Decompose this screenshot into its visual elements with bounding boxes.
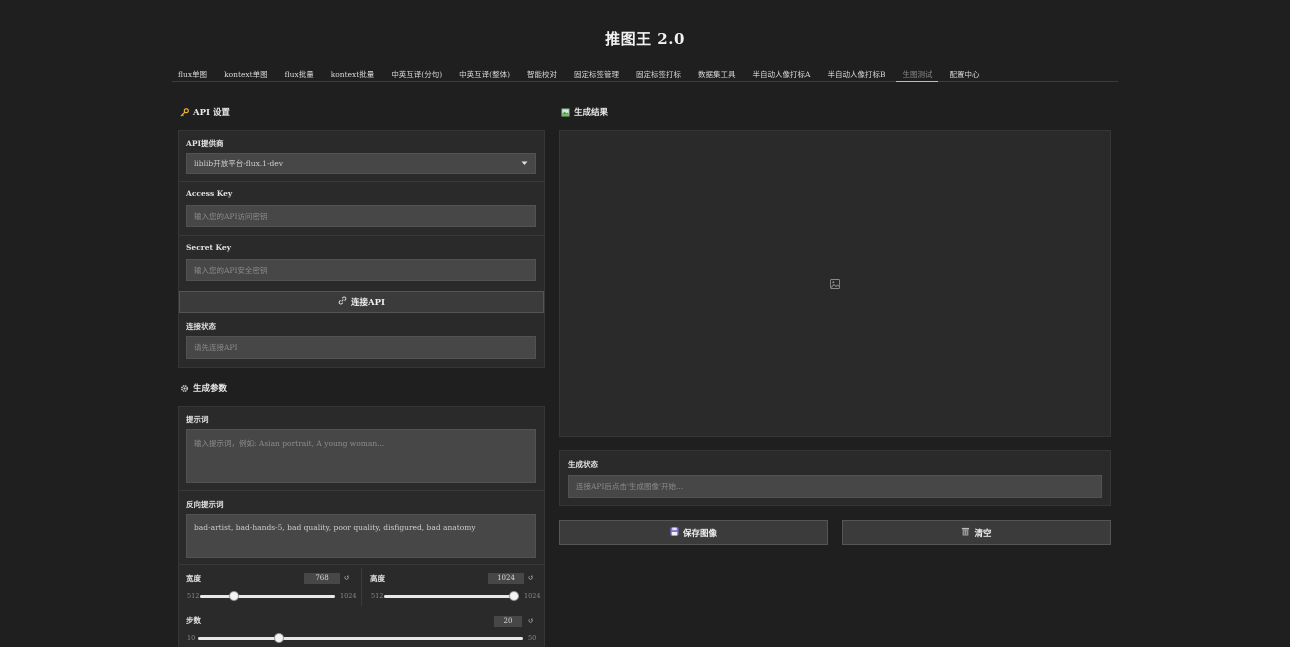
save-image-label: 保存图像 <box>682 528 717 539</box>
width-label: 宽度 <box>186 574 201 583</box>
width-min: 512 <box>187 592 200 600</box>
gen-params-title: 生成参数 <box>193 384 228 394</box>
tab-7[interactable]: 固定标签管理 <box>568 66 625 82</box>
steps-min: 10 <box>187 634 196 642</box>
result-title: 生成结果 <box>574 108 609 118</box>
steps-reset-icon[interactable]: ↺ <box>528 617 534 625</box>
app-title: 推图王 2.0 <box>605 30 685 48</box>
tab-8[interactable]: 固定标签打标 <box>630 66 687 82</box>
gen-status-field: 连接API后点击'生成图像'开始... <box>568 475 1102 498</box>
provider-label: API提供商 <box>186 139 224 148</box>
width-slider-track[interactable] <box>200 595 335 598</box>
height-label: 高度 <box>370 574 385 583</box>
tab-bar: flux单图 kontext单图 flux批量 kontext批量 中英互译(分句) 中英… <box>172 66 1118 82</box>
tab-2[interactable]: flux批量 <box>279 66 320 82</box>
image-output-area <box>559 130 1111 437</box>
connection-status-field: 请先连接API <box>186 336 536 359</box>
tab-9[interactable]: 数据集工具 <box>692 66 742 82</box>
steps-max: 50 <box>528 634 537 642</box>
height-min: 512 <box>371 592 384 600</box>
height-slider-track[interactable] <box>384 595 519 598</box>
width-reset-icon[interactable]: ↺ <box>344 574 350 582</box>
trash-icon <box>961 527 970 539</box>
gear-icon <box>180 384 189 393</box>
divider <box>179 490 544 491</box>
tab-13[interactable]: 配置中心 <box>943 66 985 82</box>
api-settings-title: API 设置 <box>193 108 230 118</box>
divider <box>179 181 544 182</box>
width-number-input[interactable]: 768 <box>304 573 340 584</box>
floppy-disk-icon <box>670 526 679 539</box>
key-icon <box>180 107 189 117</box>
prompt-textarea[interactable]: 输入提示词，例如: Asian portrait, A young woman.… <box>186 429 536 483</box>
connect-api-label: 连接API <box>351 298 385 308</box>
provider-select[interactable]: liblib开放平台-flux.1-dev <box>186 153 536 174</box>
clear-label: 清空 <box>974 528 992 539</box>
steps-label: 步数 <box>186 616 201 625</box>
link-icon <box>338 296 347 308</box>
tab-1[interactable]: kontext单图 <box>218 66 274 82</box>
save-image-button[interactable]: 保存图像 <box>559 520 828 545</box>
divider <box>361 568 362 606</box>
access-key-input[interactable]: 输入您的API访问密钥 <box>186 205 536 227</box>
divider <box>179 564 544 565</box>
connect-api-button[interactable]: 连接API <box>179 291 544 313</box>
secret-key-label: Secret Key <box>186 243 232 252</box>
tab-4[interactable]: 中英互译(分句) <box>385 66 448 82</box>
tab-10[interactable]: 半自动人像打标A <box>747 66 817 82</box>
width-max: 1024 <box>340 592 357 600</box>
caret-down-icon <box>521 159 528 168</box>
clear-button[interactable]: 清空 <box>842 520 1111 545</box>
width-slider-thumb[interactable] <box>228 591 239 601</box>
steps-slider-track[interactable] <box>198 637 523 640</box>
height-slider-thumb[interactable] <box>508 591 519 601</box>
negative-prompt-label: 反向提示词 <box>186 500 224 509</box>
provider-selected-value: liblib开放平台-flux.1-dev <box>194 159 283 168</box>
steps-number-input[interactable]: 20 <box>494 616 522 627</box>
connection-status-label: 连接状态 <box>186 322 216 331</box>
tab-3[interactable]: kontext批量 <box>325 66 381 82</box>
gen-status-label: 生成状态 <box>568 460 598 469</box>
height-max: 1024 <box>524 592 541 600</box>
image-placeholder-icon <box>830 279 840 291</box>
height-reset-icon[interactable]: ↺ <box>528 574 534 582</box>
height-number-input[interactable]: 1024 <box>488 573 524 584</box>
result-heading: 生成结果 <box>561 106 608 118</box>
tab-5[interactable]: 中英互译(整体) <box>453 66 516 82</box>
tab-12[interactable]: 生图测试 <box>896 66 939 82</box>
access-key-label: Access Key <box>186 189 233 198</box>
image-frame-icon <box>561 107 570 117</box>
tab-6[interactable]: 智能校对 <box>521 66 563 82</box>
secret-key-input[interactable]: 输入您的API安全密钥 <box>186 259 536 281</box>
prompt-label: 提示词 <box>186 415 209 424</box>
tab-11[interactable]: 半自动人像打标B <box>821 66 891 82</box>
divider <box>179 235 544 236</box>
negative-prompt-textarea[interactable]: bad-artist, bad-hands-5, bad quality, po… <box>186 514 536 558</box>
tab-0[interactable]: flux单图 <box>172 66 213 82</box>
api-settings-heading: API 设置 <box>180 106 230 118</box>
gen-params-heading: 生成参数 <box>180 382 227 394</box>
